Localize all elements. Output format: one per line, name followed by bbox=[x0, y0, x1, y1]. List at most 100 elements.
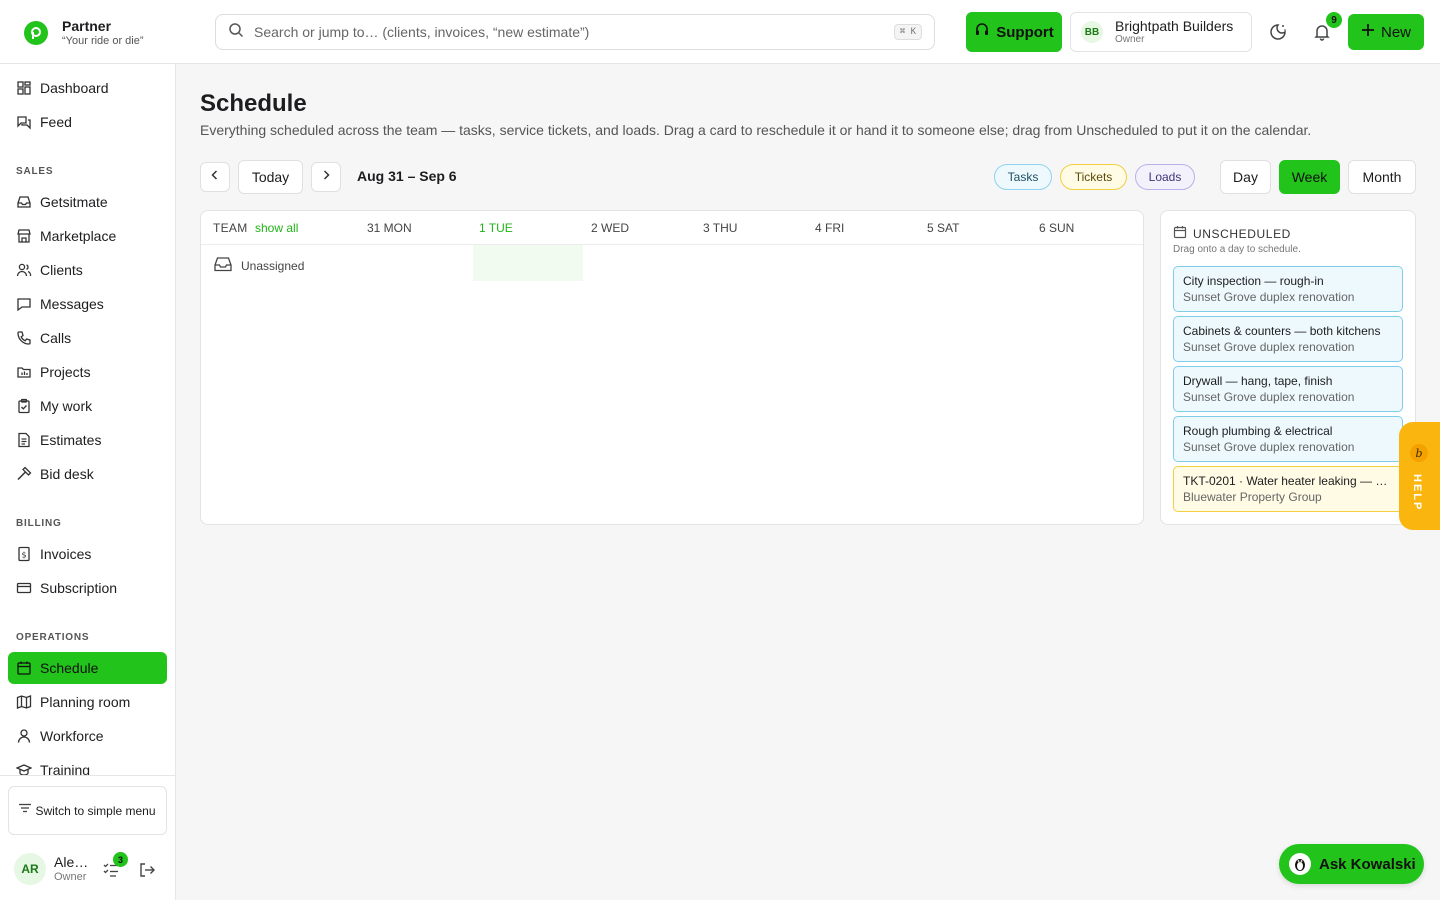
logout-icon[interactable] bbox=[138, 861, 156, 879]
sidebar-item-schedule[interactable]: Schedule bbox=[8, 652, 167, 684]
today-cell-highlight[interactable] bbox=[473, 245, 583, 281]
sidebar-item-messages[interactable]: Messages bbox=[8, 288, 167, 320]
view-day-button[interactable]: Day bbox=[1220, 160, 1271, 194]
section-label-billing: BILLING bbox=[16, 518, 62, 529]
search-shortcut: ⌘ K bbox=[893, 24, 922, 40]
chevron-left-icon bbox=[209, 168, 221, 186]
filter-chip-tickets[interactable]: Tickets bbox=[1060, 164, 1127, 190]
sidebar-item-training[interactable]: Training bbox=[8, 754, 167, 776]
sidebar-item-calls[interactable]: Calls bbox=[8, 322, 167, 354]
sidebar-item-planning-room[interactable]: Planning room bbox=[8, 686, 167, 718]
next-week-button[interactable] bbox=[311, 162, 341, 192]
card-icon bbox=[16, 580, 32, 596]
sidebar-item-dashboard[interactable]: Dashboard bbox=[8, 72, 167, 104]
sidebar-item-label: Feed bbox=[40, 114, 72, 130]
simple-menu-toggle[interactable]: Switch to simple menu bbox=[8, 786, 167, 835]
sidebar-item-marketplace[interactable]: Marketplace bbox=[8, 220, 167, 252]
org-name: Brightpath Builders bbox=[1115, 18, 1234, 34]
view-month-button[interactable]: Month bbox=[1348, 160, 1416, 194]
card-project: Sunset Grove duplex renovation bbox=[1183, 440, 1355, 454]
unscheduled-card[interactable]: City inspection — rough-in Sunset Grove … bbox=[1173, 266, 1403, 312]
notification-count-badge: 9 bbox=[1326, 12, 1342, 28]
brand[interactable]: Partner “Your ride or die” bbox=[24, 18, 144, 48]
support-button[interactable]: Support bbox=[966, 12, 1062, 52]
sidebar-item-label: Estimates bbox=[40, 432, 102, 448]
unscheduled-card[interactable]: Rough plumbing & electrical Sunset Grove… bbox=[1173, 416, 1403, 462]
filter-chip-tasks[interactable]: Tasks bbox=[994, 164, 1052, 190]
sidebar-item-bid-desk[interactable]: Bid desk bbox=[8, 458, 167, 490]
message-icon bbox=[16, 296, 32, 312]
day-header-thu: 3 THU bbox=[703, 221, 738, 235]
card-project: Sunset Grove duplex renovation bbox=[1183, 290, 1355, 304]
inbox-icon bbox=[213, 255, 233, 276]
sidebar-item-label: Getsitmate bbox=[40, 194, 108, 210]
user-name: Ale… bbox=[54, 854, 89, 870]
card-title: TKT-0201 · Water heater leaking — s… bbox=[1183, 474, 1393, 488]
ask-assistant-button[interactable]: Ask Kowalski bbox=[1279, 844, 1424, 884]
calendar-icon bbox=[1173, 225, 1187, 242]
gavel-icon bbox=[16, 466, 32, 482]
new-button[interactable]: New bbox=[1348, 14, 1424, 50]
show-all-link[interactable]: show all bbox=[255, 221, 298, 235]
sidebar-item-workforce[interactable]: Workforce bbox=[8, 720, 167, 752]
sidebar-item-label: Invoices bbox=[40, 546, 92, 562]
section-label-operations: OPERATIONS bbox=[16, 632, 90, 643]
chevron-right-icon bbox=[320, 168, 332, 186]
ask-assistant-label: Ask Kowalski bbox=[1319, 855, 1416, 873]
sidebar-item-projects[interactable]: Projects bbox=[8, 356, 167, 388]
sidebar-item-getsitmate[interactable]: Getsitmate bbox=[8, 186, 167, 218]
clipboard-icon bbox=[16, 398, 32, 414]
sidebar-item-label: Subscription bbox=[40, 580, 118, 596]
simple-menu-label: Switch to simple menu bbox=[35, 803, 156, 818]
org-badge: BB bbox=[1081, 21, 1103, 43]
sidebar-item-label: Schedule bbox=[40, 660, 99, 676]
prev-week-button[interactable] bbox=[200, 162, 230, 192]
day-header-tue: 1 TUE bbox=[479, 221, 513, 235]
inbox-icon bbox=[16, 194, 32, 210]
card-project: Sunset Grove duplex renovation bbox=[1183, 340, 1355, 354]
theme-toggle-icon[interactable] bbox=[1266, 20, 1290, 44]
org-switcher[interactable]: BB Brightpath Builders Owner bbox=[1070, 12, 1252, 52]
headset-icon bbox=[974, 22, 990, 42]
view-week-button[interactable]: Week bbox=[1279, 160, 1340, 194]
sidebar-item-feed[interactable]: Feed bbox=[8, 106, 167, 138]
sidebar-item-subscription[interactable]: Subscription bbox=[8, 572, 167, 604]
user-profile[interactable]: AR Ale… Owner bbox=[14, 853, 88, 885]
avatar: AR bbox=[14, 853, 46, 885]
card-title: City inspection — rough-in bbox=[1183, 274, 1324, 288]
unscheduled-ticket-card[interactable]: TKT-0201 · Water heater leaking — s… Blu… bbox=[1173, 466, 1403, 512]
store-icon bbox=[16, 228, 32, 244]
users-icon bbox=[16, 262, 32, 278]
unscheduled-card[interactable]: Cabinets & counters — both kitchens Suns… bbox=[1173, 316, 1403, 362]
phone-icon bbox=[16, 330, 32, 346]
sidebar-item-label: Workforce bbox=[40, 728, 104, 744]
svg-text:$: $ bbox=[21, 551, 26, 560]
search-icon bbox=[228, 22, 244, 43]
support-label: Support bbox=[996, 23, 1054, 41]
sidebar-item-invoices[interactable]: $ Invoices bbox=[8, 538, 167, 570]
calendar-header: TEAM show all 31 MON 1 TUE 2 WED 3 THU 4… bbox=[201, 211, 1143, 245]
team-column-label: TEAM bbox=[213, 221, 248, 235]
invoice-icon: $ bbox=[16, 546, 32, 562]
search-placeholder: Search or jump to… (clients, invoices, “… bbox=[254, 24, 590, 40]
sidebar: Dashboard Feed SALES Getsitmate Marketpl… bbox=[0, 64, 176, 900]
filter-chip-loads[interactable]: Loads bbox=[1135, 164, 1195, 190]
document-icon bbox=[16, 432, 32, 448]
search-input[interactable]: Search or jump to… (clients, invoices, “… bbox=[215, 14, 935, 50]
card-project: Sunset Grove duplex renovation bbox=[1183, 390, 1355, 404]
sidebar-item-clients[interactable]: Clients bbox=[8, 254, 167, 286]
folder-icon bbox=[16, 364, 32, 380]
section-label-sales: SALES bbox=[16, 166, 54, 177]
tasks-count-badge: 3 bbox=[113, 852, 128, 867]
sidebar-item-my-work[interactable]: My work bbox=[8, 390, 167, 422]
sidebar-item-estimates[interactable]: Estimates bbox=[8, 424, 167, 456]
sidebar-item-label: Planning room bbox=[40, 694, 131, 710]
unscheduled-card[interactable]: Drywall — hang, tape, finish Sunset Grov… bbox=[1173, 366, 1403, 412]
help-logo-icon: b bbox=[1410, 444, 1428, 462]
sidebar-item-label: Marketplace bbox=[40, 228, 117, 244]
day-header-mon: 31 MON bbox=[367, 221, 412, 235]
sidebar-item-label: Dashboard bbox=[40, 80, 109, 96]
help-tab[interactable]: b HELP bbox=[1399, 422, 1440, 530]
today-button[interactable]: Today bbox=[238, 160, 303, 194]
new-label: New bbox=[1380, 23, 1411, 41]
